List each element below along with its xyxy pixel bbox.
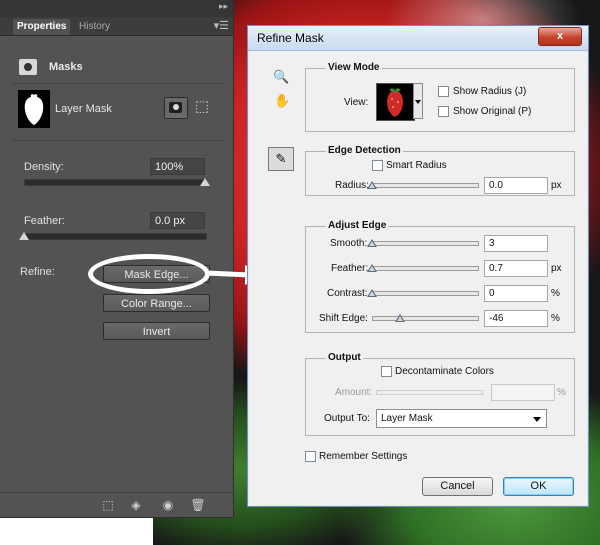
pixel-mask-button[interactable] xyxy=(164,97,188,119)
panel-tab-bar: Properties History ▾☰ xyxy=(0,17,233,36)
radius-slider-thumb[interactable] xyxy=(367,181,377,189)
highlight-oval xyxy=(88,254,210,294)
dialog-close-button[interactable]: x xyxy=(538,27,582,46)
panel-menu-icon[interactable]: ▾☰ xyxy=(214,19,229,32)
contrast-field[interactable]: 0 xyxy=(484,285,548,302)
amount-field xyxy=(491,384,555,401)
show-original-checkbox[interactable] xyxy=(438,106,449,117)
contrast-slider-track[interactable] xyxy=(372,291,479,296)
feather-label: Feather: xyxy=(24,215,65,227)
trash-icon[interactable]: 🗑 xyxy=(190,497,206,513)
shift-edge-field[interactable]: -46 xyxy=(484,310,548,327)
amount-slider-track xyxy=(376,390,483,395)
load-selection-icon[interactable]: ⬚ xyxy=(100,497,116,513)
decontaminate-checkbox[interactable] xyxy=(381,366,392,377)
shift-edge-slider-thumb[interactable] xyxy=(395,314,406,322)
panel-bottom-bar: ⬚ ◈ ◉ 🗑 xyxy=(0,492,233,517)
feather-slider-track[interactable] xyxy=(24,233,207,240)
feather-field[interactable]: 0.0 px xyxy=(150,212,205,229)
feather-slider-thumb-dialog[interactable] xyxy=(367,264,377,272)
feather-slider-track-dialog[interactable] xyxy=(372,266,479,271)
remember-settings-checkbox[interactable] xyxy=(305,451,316,462)
view-mode-dropdown-icon[interactable] xyxy=(413,83,423,119)
section-title: Masks xyxy=(49,61,83,73)
contrast-label: Contrast: xyxy=(327,288,368,299)
ok-button[interactable]: OK xyxy=(503,477,574,496)
layer-mask-row: Layer Mask ⬚ xyxy=(12,88,222,130)
remember-settings-label[interactable]: Remember Settings xyxy=(319,451,407,462)
tab-properties[interactable]: Properties xyxy=(13,19,71,35)
show-original-label[interactable]: Show Original (P) xyxy=(453,106,531,117)
contrast-unit: % xyxy=(551,288,560,299)
masks-header: Masks xyxy=(12,55,222,84)
feather-slider-thumb[interactable] xyxy=(19,232,29,240)
panel-top-strip: ▸▸ xyxy=(0,0,233,17)
refine-label: Refine: xyxy=(20,266,55,278)
shift-edge-label: Shift Edge: xyxy=(319,313,368,324)
smooth-label: Smooth: xyxy=(330,238,368,249)
divider xyxy=(12,140,222,141)
density-label: Density: xyxy=(24,161,64,173)
panel-collapse-icon[interactable]: ▸▸ xyxy=(219,1,228,12)
refine-radius-brush-icon[interactable]: ✎ xyxy=(268,147,294,171)
smart-radius-checkbox[interactable] xyxy=(372,160,383,171)
shift-edge-unit: % xyxy=(551,313,560,324)
density-slider-track[interactable] xyxy=(24,179,207,186)
zoom-tool-icon[interactable]: 🔍 xyxy=(273,69,289,85)
output-title: Output xyxy=(326,352,363,363)
radius-slider-track[interactable] xyxy=(372,183,479,188)
vector-mask-button[interactable]: ⬚ xyxy=(191,97,213,117)
dialog-title: Refine Mask xyxy=(257,31,324,45)
view-mode-title: View Mode xyxy=(326,62,382,73)
chevron-down-icon xyxy=(533,417,541,422)
view-mode-preview[interactable] xyxy=(376,83,415,121)
feather-field-dialog[interactable]: 0.7 xyxy=(484,260,548,277)
hand-tool-icon[interactable]: ✋ xyxy=(274,93,290,109)
radius-unit: px xyxy=(551,180,562,191)
edge-detection-title: Edge Detection xyxy=(326,145,403,156)
smart-radius-label[interactable]: Smart Radius xyxy=(386,160,447,171)
apply-mask-icon[interactable]: ◈ xyxy=(128,497,144,513)
density-slider-thumb[interactable] xyxy=(200,178,210,186)
visibility-eye-icon[interactable]: ◉ xyxy=(160,497,176,513)
density-field[interactable]: 100% xyxy=(150,158,205,175)
radius-field[interactable]: 0.0 xyxy=(484,177,548,194)
output-to-value: Layer Mask xyxy=(381,413,433,424)
invert-button[interactable]: Invert xyxy=(103,322,210,340)
view-label: View: xyxy=(344,97,369,108)
feather-label-dialog: Feather: xyxy=(331,263,369,274)
output-to-select[interactable]: Layer Mask xyxy=(376,409,547,428)
smooth-field[interactable]: 3 xyxy=(484,235,548,252)
output-to-label: Output To: xyxy=(324,413,370,424)
smooth-slider-thumb[interactable] xyxy=(367,239,377,247)
amount-unit: % xyxy=(557,387,566,398)
cancel-button[interactable]: Cancel xyxy=(422,477,493,496)
shift-edge-slider-track[interactable] xyxy=(372,316,479,321)
layer-mask-thumbnail[interactable] xyxy=(18,90,50,128)
show-radius-label[interactable]: Show Radius (J) xyxy=(453,86,526,97)
refine-mask-dialog: Refine Mask x 🔍 ✋ ✎ View Mode View: Show… xyxy=(247,25,589,507)
adjust-edge-title: Adjust Edge xyxy=(326,220,389,231)
amount-label: Amount: xyxy=(335,387,373,398)
dialog-title-bar[interactable]: Refine Mask x xyxy=(248,26,588,51)
layer-mask-label: Layer Mask xyxy=(55,103,112,115)
contrast-slider-thumb[interactable] xyxy=(367,289,377,297)
layer-mask-icon xyxy=(19,59,37,75)
smooth-slider-track[interactable] xyxy=(372,241,479,246)
color-range-button[interactable]: Color Range... xyxy=(103,294,210,312)
feather-unit: px xyxy=(551,263,562,274)
decontaminate-label[interactable]: Decontaminate Colors xyxy=(395,366,494,377)
radius-label: Radius: xyxy=(335,180,369,191)
show-radius-checkbox[interactable] xyxy=(438,86,449,97)
tab-history[interactable]: History xyxy=(75,19,114,35)
